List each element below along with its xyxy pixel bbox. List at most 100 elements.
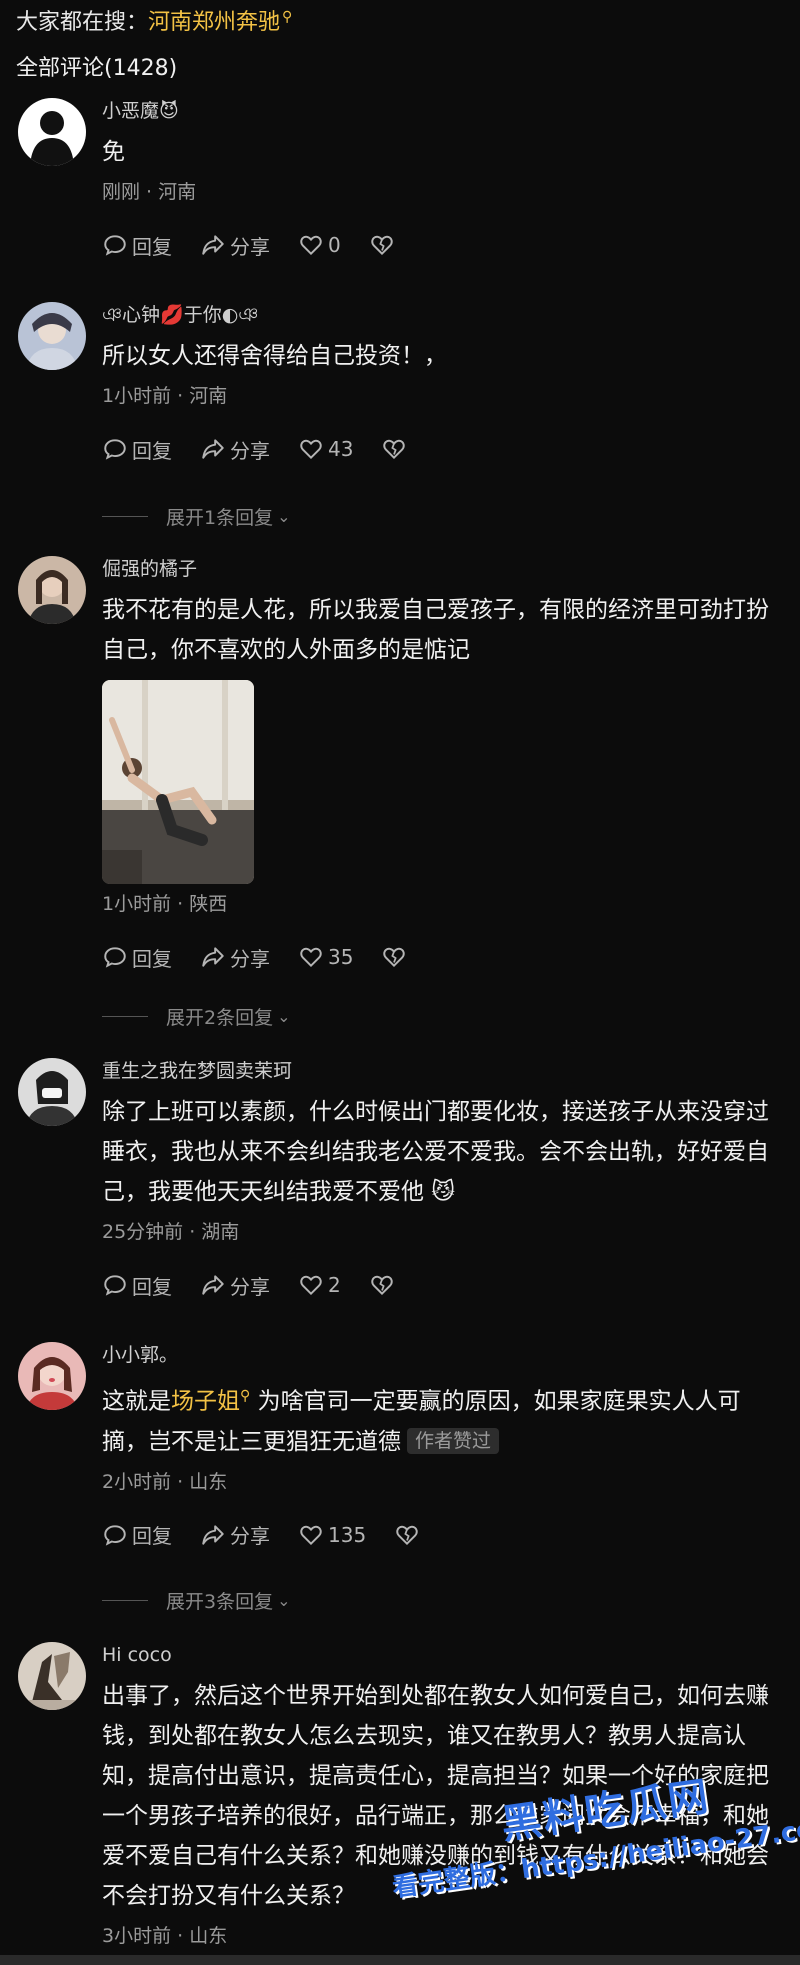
expand-replies-label: 展开2条回复 — [166, 1007, 274, 1029]
heart-icon — [300, 439, 322, 460]
like-button[interactable]: 0 — [298, 232, 341, 258]
comment-meta: 25分钟前 · 湖南 — [102, 1221, 240, 1243]
hot-search-keyword[interactable]: 河南郑州奔驰 — [148, 10, 280, 35]
comment-author[interactable]: 小小郭。 — [102, 1342, 774, 1368]
heart-icon — [300, 947, 322, 968]
comment-meta: 3小时前 · 山东 — [102, 1925, 228, 1947]
share-button[interactable]: 分享 — [200, 435, 270, 464]
chevron-down-icon: ⌄ — [277, 507, 291, 526]
hot-search-bar[interactable]: 大家都在搜：河南郑州奔驰 ⚲ — [16, 4, 292, 36]
reply-icon — [104, 1275, 126, 1296]
dislike-button[interactable] — [369, 1272, 399, 1298]
reply-icon — [104, 947, 126, 968]
comment-text: 这就是场子姐⚲ 为啥官司一定要赢的原因，如果家庭果实人人可摘，岂不是让三更猖狂无… — [102, 1376, 774, 1462]
like-count: 43 — [328, 437, 354, 461]
reply-icon — [104, 235, 126, 256]
dislike-button[interactable] — [381, 436, 411, 462]
comment-text: 除了上班可以素颜，什么时候出门都要化妆，接送孩子从来没穿过睡衣，我也从来不会纠结… — [102, 1099, 769, 1205]
like-button[interactable]: 35 — [298, 944, 353, 970]
share-button[interactable]: 分享 — [200, 231, 270, 260]
avatar[interactable] — [18, 98, 86, 166]
reply-button[interactable]: 回复 — [102, 1271, 172, 1300]
comment-text: 免 — [102, 139, 125, 165]
dislike-button[interactable] — [394, 1522, 424, 1548]
search-icon: ⚲ — [282, 8, 293, 25]
hot-search-prefix: 大家都在搜： — [16, 10, 149, 35]
reply-label: 回复 — [132, 438, 172, 463]
search-icon: ⚲ — [240, 1388, 251, 1404]
expand-replies-label: 展开3条回复 — [166, 1591, 274, 1613]
mention-link[interactable]: 场子姐 — [171, 1389, 240, 1415]
broken-heart-icon — [383, 439, 406, 460]
chevron-down-icon: ⌄ — [277, 1591, 291, 1610]
avatar[interactable] — [18, 1642, 86, 1710]
comment-meta: 1小时前 · 陕西 — [102, 893, 228, 915]
expand-replies-button[interactable]: 展开3条回复 ⌄ — [102, 1587, 291, 1614]
comment-count-title: 全部评论(1428) — [16, 56, 178, 81]
reply-icon — [104, 1525, 126, 1546]
comment-author[interactable]: Hi coco — [102, 1642, 774, 1668]
share-label: 分享 — [230, 234, 270, 259]
share-label: 分享 — [230, 1524, 270, 1549]
share-icon — [202, 947, 224, 967]
author-liked-badge: 作者赞过 — [407, 1427, 500, 1454]
comment-meta: 2小时前 · 山东 — [102, 1470, 228, 1493]
share-icon — [202, 439, 224, 459]
share-button[interactable]: 分享 — [200, 943, 270, 972]
like-count: 2 — [328, 1273, 341, 1297]
comment-author[interactable]: 重生之我在梦圆卖茉珂 — [102, 1058, 774, 1084]
broken-heart-icon — [396, 1525, 418, 1545]
avatar[interactable] — [18, 1058, 86, 1126]
like-count: 35 — [328, 945, 354, 969]
dislike-button[interactable] — [369, 232, 399, 258]
dislike-button[interactable] — [381, 944, 411, 970]
comment-author[interactable]: 倔强的橘子 — [102, 556, 774, 582]
heart-icon — [300, 1525, 322, 1545]
bottom-bar — [0, 1955, 800, 1965]
heart-icon — [300, 235, 322, 256]
broken-heart-icon — [371, 1275, 393, 1296]
reply-icon — [104, 439, 126, 460]
expand-replies-button[interactable]: 展开2条回复 ⌄ — [102, 1003, 291, 1030]
reply-label: 回复 — [132, 234, 172, 259]
share-icon — [202, 1525, 224, 1545]
comment-photo[interactable] — [102, 680, 254, 884]
share-label: 分享 — [230, 1274, 270, 1299]
share-icon — [202, 235, 224, 255]
share-icon — [202, 1275, 224, 1295]
broken-heart-icon — [383, 947, 406, 968]
chevron-down-icon: ⌄ — [277, 1007, 291, 1026]
comments-page: 大家都在搜：河南郑州奔驰 ⚲ 全部评论(1428) 小恶魔😈 免 刚刚 · 河南 … — [0, 0, 800, 1965]
reply-button[interactable]: 回复 — [102, 231, 172, 260]
like-button[interactable]: 135 — [298, 1522, 366, 1548]
expand-replies-label: 展开1条回复 — [166, 507, 274, 529]
comment-meta: 1小时前 · 河南 — [102, 385, 228, 407]
comment-author[interactable]: ঞ心钟💋于你◐ঞ — [102, 302, 774, 328]
reply-label: 回复 — [132, 946, 172, 971]
avatar[interactable] — [18, 302, 86, 370]
reply-button[interactable]: 回复 — [102, 943, 172, 972]
share-label: 分享 — [230, 438, 270, 463]
like-count: 0 — [328, 233, 341, 257]
like-button[interactable]: 2 — [298, 1272, 341, 1298]
heart-icon — [300, 1275, 322, 1296]
share-button[interactable]: 分享 — [200, 1520, 270, 1549]
like-count: 135 — [328, 1522, 367, 1547]
expand-replies-button[interactable]: 展开1条回复 ⌄ — [102, 503, 291, 530]
comment-text-part: 这就是 — [102, 1388, 171, 1415]
reply-label: 回复 — [132, 1524, 172, 1549]
avatar[interactable] — [18, 1342, 86, 1410]
like-button[interactable]: 43 — [298, 436, 353, 462]
share-button[interactable]: 分享 — [200, 1271, 270, 1300]
reply-label: 回复 — [132, 1274, 172, 1299]
avatar[interactable] — [18, 556, 86, 624]
comment-text: 我不花有的是人花，所以我爱自己爱孩子，有限的经济里可劲打扮自己，你不喜欢的人外面… — [102, 597, 769, 663]
share-label: 分享 — [230, 946, 270, 971]
comment-text: 出事了，然后这个世界开始到处都在教女人如何爱自己，如何去赚钱，到处都在教女人怎么… — [102, 1683, 769, 1909]
comment-text: 所以女人还得舍得给自己投资！， — [102, 343, 447, 369]
broken-heart-icon — [371, 235, 393, 256]
reply-button[interactable]: 回复 — [102, 1520, 172, 1549]
reply-button[interactable]: 回复 — [102, 435, 172, 464]
comment-author[interactable]: 小恶魔😈 — [102, 98, 774, 124]
comment-meta: 刚刚 · 河南 — [102, 181, 197, 203]
